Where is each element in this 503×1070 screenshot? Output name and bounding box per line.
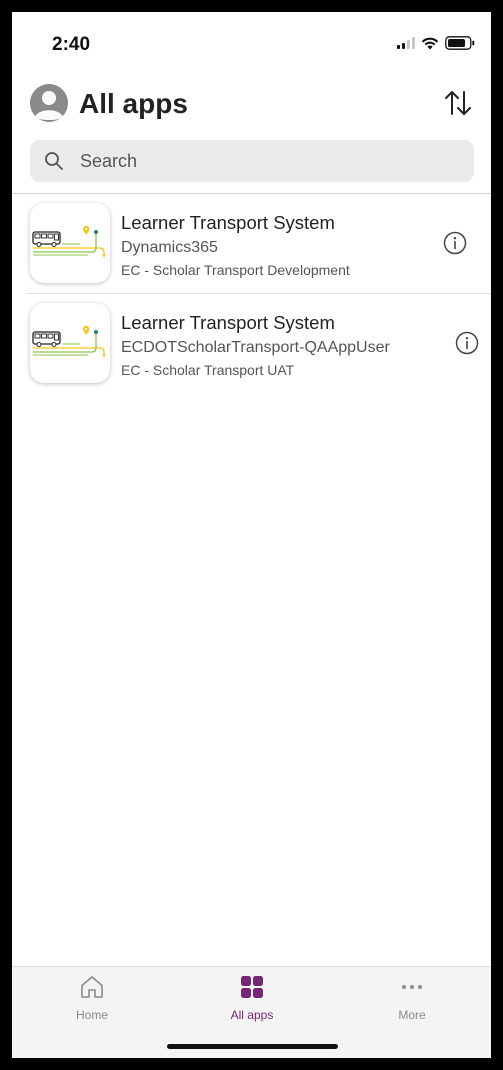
app-tile[interactable] <box>30 203 110 283</box>
nav-all-apps-label: All apps <box>230 1008 274 1022</box>
avatar[interactable] <box>30 84 68 122</box>
person-icon <box>30 84 68 122</box>
home-icon <box>81 976 103 998</box>
sort-icon <box>445 91 471 115</box>
status-icons <box>397 36 475 50</box>
app-text: Learner Transport System Dynamics365 EC … <box>121 212 421 279</box>
search-icon <box>45 152 63 170</box>
grid-icon <box>241 976 263 998</box>
status-bar: 2:40 <box>12 12 491 70</box>
more-icon <box>402 985 422 989</box>
app-organization: ECDOTScholarTransport-QAAppUser <box>121 339 390 356</box>
app-list: Learner Transport System Dynamics365 EC … <box>12 194 491 392</box>
app-name: Learner Transport System <box>121 312 335 333</box>
app-name: Learner Transport System <box>121 212 335 233</box>
search-bar[interactable] <box>30 140 474 182</box>
info-icon <box>443 231 467 255</box>
app-text: Learner Transport System ECDOTScholarTra… <box>121 312 421 379</box>
wifi-icon <box>421 37 439 49</box>
bus-route-icon <box>32 225 106 257</box>
bus-route-icon <box>32 325 106 357</box>
nav-more-label: More <box>398 1008 426 1022</box>
sort-button[interactable] <box>443 88 473 118</box>
app-organization: Dynamics365 <box>121 239 218 256</box>
home-indicator[interactable] <box>167 1044 338 1049</box>
nav-home[interactable]: Home <box>32 967 152 1027</box>
info-icon <box>455 331 479 355</box>
page-header: All apps <box>12 80 491 130</box>
nav-all-apps[interactable]: All apps <box>192 967 312 1027</box>
nav-home-label: Home <box>75 1008 108 1022</box>
battery-icon <box>445 36 475 50</box>
app-environment: EC - Scholar Transport Development <box>121 262 350 278</box>
app-tile[interactable] <box>30 303 110 383</box>
search-input[interactable] <box>80 140 460 182</box>
app-info-button[interactable] <box>455 331 479 355</box>
bottom-nav: Home All apps More <box>12 966 491 1058</box>
phone-screen: 2:40 All apps Search Learner Transport S… <box>12 12 491 1058</box>
signal-icon <box>397 37 415 49</box>
app-info-button[interactable] <box>443 231 467 255</box>
nav-more[interactable]: More <box>352 967 472 1027</box>
page-title: All apps <box>79 88 188 119</box>
app-list-item[interactable]: Learner Transport System ECDOTScholarTra… <box>26 293 491 392</box>
status-time: 2:40 <box>52 34 91 55</box>
app-environment: EC - Scholar Transport UAT <box>121 362 295 378</box>
app-list-item[interactable]: Learner Transport System Dynamics365 EC … <box>12 194 491 293</box>
